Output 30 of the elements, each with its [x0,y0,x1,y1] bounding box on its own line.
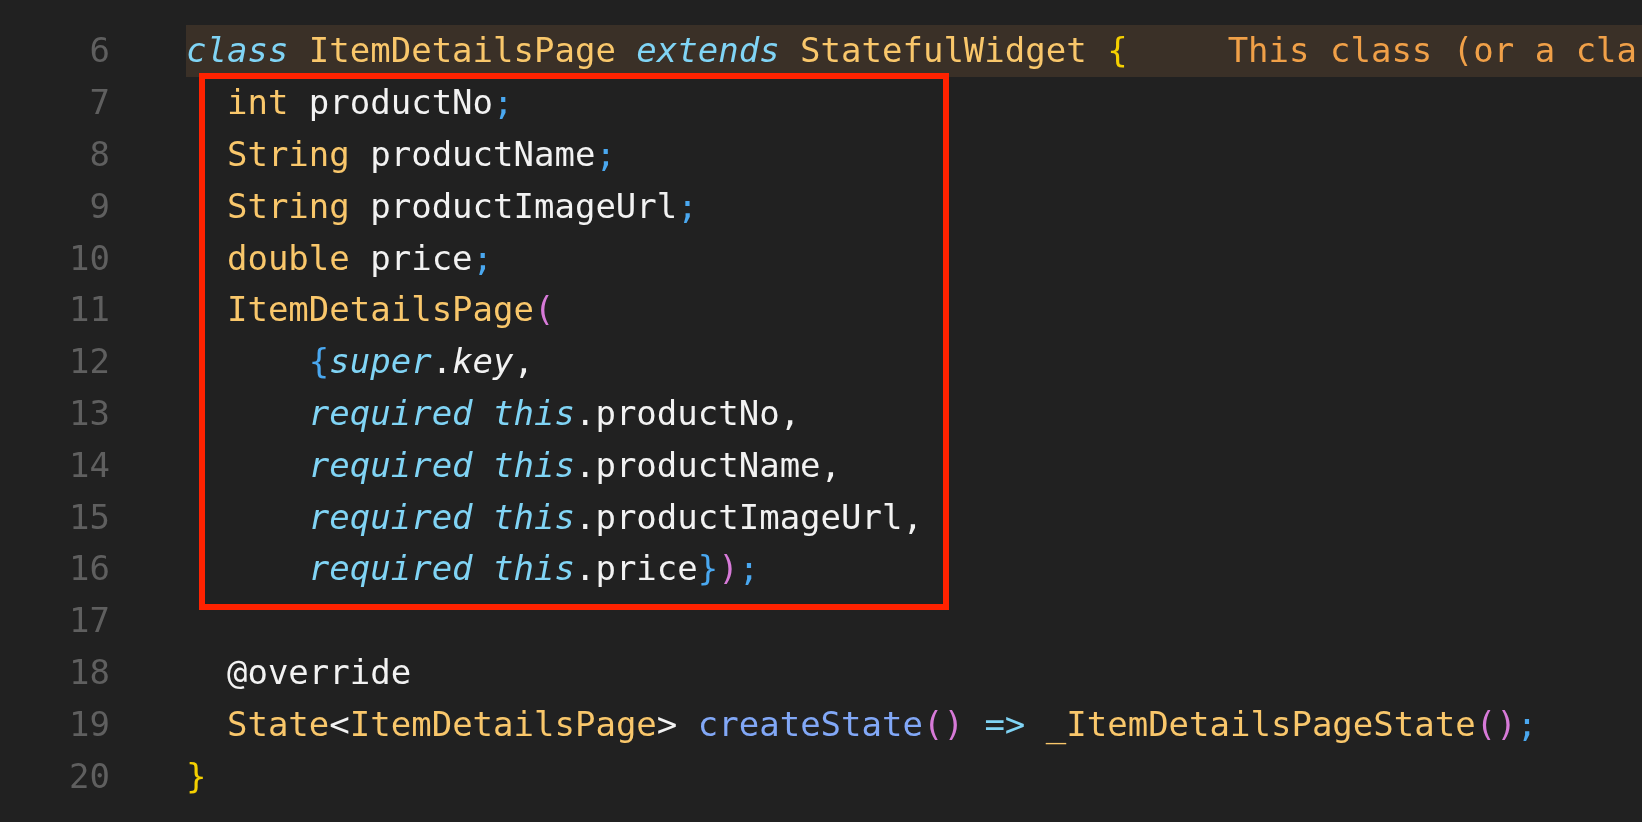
code-text: class ItemDetailsPage extends StatefulWidget { [186,29,1128,73]
code-text: State<ItemDetailsPage> createState() => _ItemDetailsPageState(); [225,702,1538,747]
code-text: } [186,754,207,798]
code-text: required this.productImageUrl, [307,495,923,539]
line-number: 8 [88,133,110,176]
code-text: required this.productNo, [307,391,801,435]
line-number: 18 [68,650,110,694]
code-text: ItemDetailsPage( [225,288,555,332]
line-number: 11 [68,288,110,332]
inline-hint: This class (or a cla [1227,29,1638,73]
line-number: 14 [68,443,110,487]
line-number: 9 [88,184,110,228]
code-text: required this.price}); [307,547,760,591]
code-text: String productImageUrl; [225,184,698,228]
line-number: 19 [68,702,110,746]
line-number: 16 [68,547,110,591]
code-text: @override [225,650,412,694]
code-text: {super.key, [307,340,535,384]
code-text: double price; [225,236,494,280]
line-number: 7 [88,81,110,125]
line-number: 15 [68,495,110,539]
code-text: String productName; [225,133,616,176]
line-number: 13 [68,391,110,435]
line-number: 10 [68,236,110,280]
code-text: required this.productName, [307,443,842,487]
line-number: 20 [68,754,110,798]
line-number: 17 [68,599,110,643]
code-text: int productNo; [225,81,514,125]
line-number: 6 [88,29,110,73]
line-number: 12 [68,340,110,384]
